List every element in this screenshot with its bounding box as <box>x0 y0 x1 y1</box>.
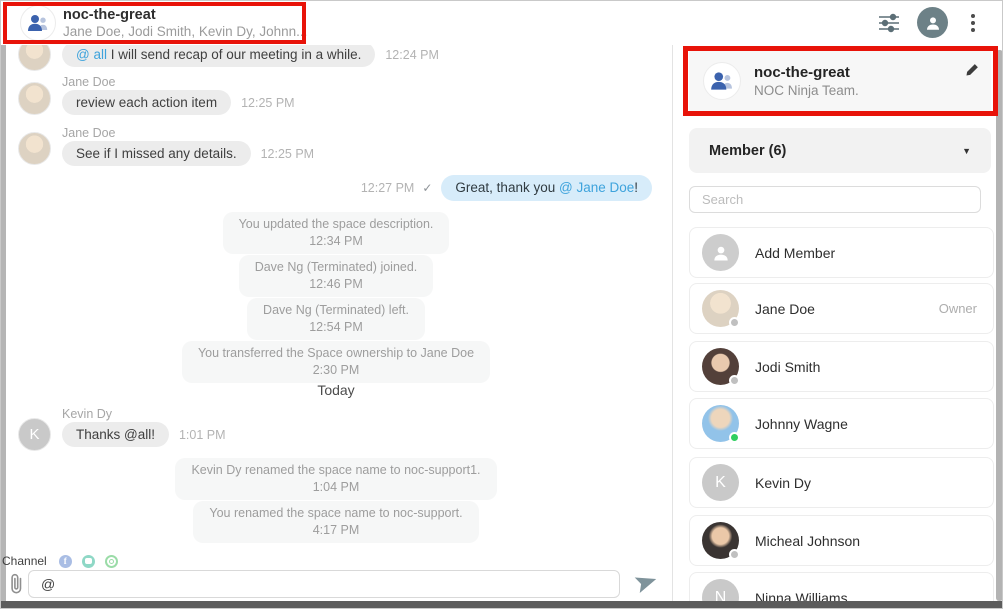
mention-link[interactable]: @ all <box>76 47 107 62</box>
sender-name: Jane Doe <box>62 75 116 89</box>
avatar[interactable] <box>18 82 51 115</box>
person-icon <box>926 16 939 30</box>
mention-link[interactable]: @ Jane Doe <box>559 180 634 195</box>
whatsapp-icon[interactable] <box>104 554 118 568</box>
member-name: Kevin Dy <box>755 474 812 491</box>
member-name: Johnny Wagne <box>755 415 848 432</box>
system-message: Kevin Dy renamed the space name to noc-s… <box>0 458 672 500</box>
member-row[interactable]: N Ninna Williams <box>689 572 994 601</box>
member-row[interactable]: Jodi Smith <box>689 341 994 392</box>
status-dot <box>729 432 740 443</box>
delivered-check-icon: ✓ <box>422 181 433 195</box>
message-thread: @ all I will send recap of our meeting i… <box>0 45 672 601</box>
system-message: You transferred the Space ownership to J… <box>0 341 672 383</box>
facebook-icon[interactable]: f <box>58 554 72 568</box>
group-people-icon <box>28 15 48 31</box>
system-message: You renamed the space name to noc-suppor… <box>0 501 672 543</box>
sender-name: Kevin Dy <box>62 407 113 421</box>
date-divider: Today <box>317 382 355 398</box>
member-row[interactable]: Johnny Wagne <box>689 398 994 449</box>
send-plane-icon[interactable] <box>634 573 658 598</box>
member-row[interactable]: Jane Doe Owner <box>689 283 994 334</box>
message-group: Kevin Dy K Thanks @all! 1:01 PM <box>0 406 672 451</box>
space-info-card: noc-the-great NOC Ninja Team. <box>689 51 991 111</box>
avatar: K <box>702 464 739 501</box>
kebab-menu-icon[interactable] <box>965 10 981 36</box>
message-bubble[interactable]: See if I missed any details. <box>62 141 251 166</box>
space-detail-panel: noc-the-great NOC Ninja Team. Member (6)… <box>672 45 1003 601</box>
message-bubble[interactable]: @ all I will send recap of our meeting i… <box>62 45 376 67</box>
member-row[interactable]: Micheal Johnson <box>689 515 994 566</box>
member-name: Jane Doe <box>755 300 815 317</box>
message-bubble[interactable]: Great, thank you @ Jane Doe! <box>441 175 652 201</box>
avatar <box>702 522 740 560</box>
message-time: 12:27 PM <box>360 181 415 195</box>
member-name: Micheal Johnson <box>755 532 861 549</box>
person-placeholder-icon <box>702 234 739 271</box>
panel-space-title: noc-the-great <box>754 64 850 81</box>
line-icon[interactable] <box>81 554 95 568</box>
sender-name: Jane Doe <box>62 126 116 140</box>
member-name: Ninna Williams <box>755 589 848 602</box>
avatar <box>702 290 740 328</box>
chat-header: noc-the-great Jane Doe, Jodi Smith, Kevi… <box>0 0 1003 45</box>
channel-label: Channel <box>2 554 47 568</box>
profile-avatar[interactable] <box>917 7 948 38</box>
message-group: Jane Doe See if I missed any details. 12… <box>0 125 672 166</box>
owner-badge: Owner <box>938 301 977 316</box>
system-message: Dave Ng (Terminated) joined. 12:46 PM <box>0 255 672 297</box>
chevron-down-icon: ▼ <box>962 145 971 156</box>
window-bottom-edge <box>0 601 1003 609</box>
system-message: You updated the space description. 12:34 … <box>0 212 672 254</box>
system-message: Dave Ng (Terminated) left. 12:54 PM <box>0 298 672 340</box>
space-group-avatar <box>703 62 741 100</box>
member-section-header[interactable]: Member (6) ▼ <box>689 128 991 173</box>
panel-space-description: NOC Ninja Team. <box>754 83 859 98</box>
message-input[interactable] <box>28 570 620 598</box>
channel-row: Channel f <box>2 554 118 568</box>
group-people-icon <box>711 72 732 90</box>
paperclip-icon[interactable] <box>8 573 25 600</box>
member-row[interactable]: K Kevin Dy <box>689 457 994 508</box>
panel-scrollbar[interactable] <box>996 50 1003 601</box>
member-count-label: Member (6) <box>709 142 787 159</box>
message-group: Jane Doe review each action item 12:25 P… <box>0 74 672 115</box>
space-participants: Jane Doe, Jodi Smith, Kevin Dy, Johnn... <box>63 24 308 39</box>
message-time: 12:25 PM <box>241 95 295 110</box>
message-time: 12:24 PM <box>385 47 439 62</box>
app-window: noc-the-great Jane Doe, Jodi Smith, Kevi… <box>0 0 1003 609</box>
space-group-avatar[interactable] <box>20 5 56 41</box>
avatar <box>702 405 740 443</box>
add-member-row[interactable]: Add Member <box>689 227 994 278</box>
avatar[interactable] <box>18 132 51 165</box>
space-title: noc-the-great <box>63 7 156 23</box>
status-dot <box>729 549 740 560</box>
message-time: 1:01 PM <box>178 427 226 442</box>
avatar <box>702 348 740 386</box>
member-name: Add Member <box>755 244 836 261</box>
avatar[interactable] <box>18 45 51 71</box>
status-dot <box>729 375 740 386</box>
message-time: 12:25 PM <box>260 146 315 161</box>
member-search-input[interactable] <box>689 186 981 213</box>
member-name: Jodi Smith <box>755 358 821 375</box>
message-bubble[interactable]: review each action item <box>62 90 232 115</box>
avatar[interactable]: K <box>18 418 51 451</box>
status-dot <box>729 317 740 328</box>
message-group: @ all I will send recap of our meeting i… <box>0 45 672 71</box>
message-bubble[interactable]: Thanks @all! <box>62 422 169 447</box>
pencil-icon[interactable] <box>965 63 979 82</box>
sent-message-group: 12:27 PM ✓ Great, thank you @ Jane Doe! <box>0 175 672 201</box>
header-actions <box>878 0 981 45</box>
avatar: N <box>702 579 739 601</box>
filter-sliders-icon[interactable] <box>878 13 900 33</box>
